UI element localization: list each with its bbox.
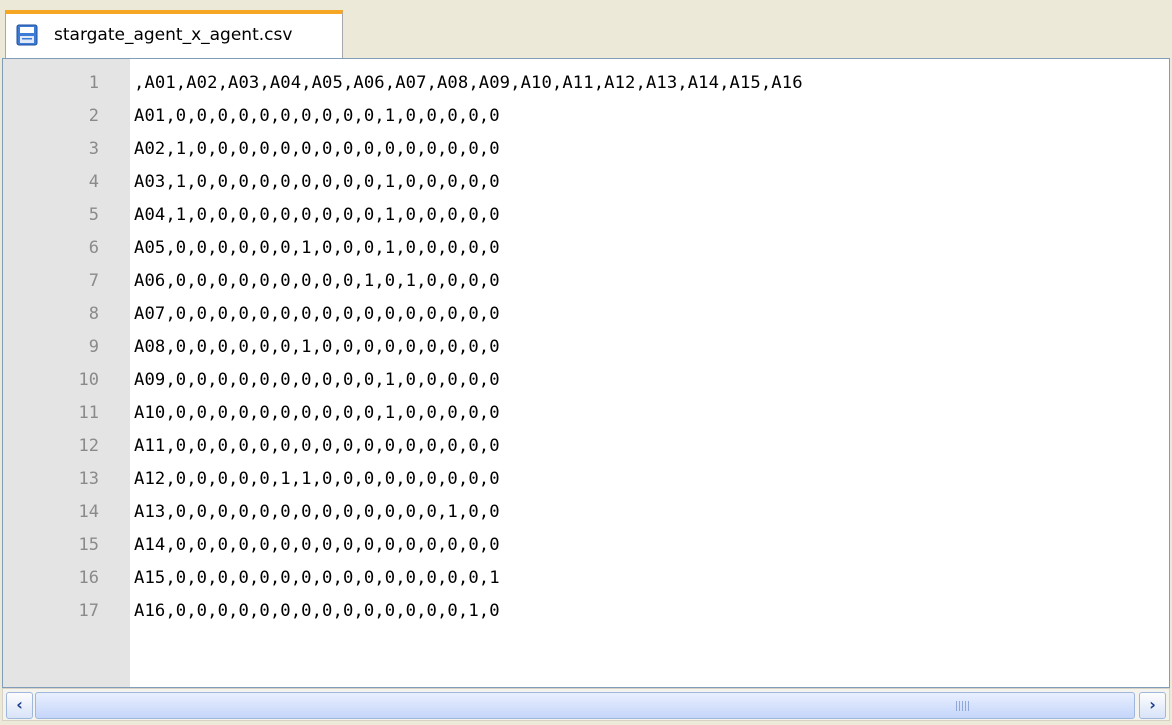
editor-line[interactable]: 4 A03,1,0,0,0,0,0,0,0,0,0,1,0,0,0,0,0 [3, 166, 1169, 199]
editor-line[interactable]: 15 A14,0,0,0,0,0,0,0,0,0,0,0,0,0,0,0,0 [3, 529, 1169, 562]
chevron-right-icon: › [1149, 695, 1156, 714]
line-text[interactable]: A10,0,0,0,0,0,0,0,0,0,0,1,0,0,0,0,0 [134, 397, 500, 430]
line-number: 12 [78, 436, 99, 456]
line-number: 3 [88, 139, 99, 159]
grip-icon [956, 701, 970, 711]
line-text[interactable]: ,A01,A02,A03,A04,A05,A06,A07,A08,A09,A10… [134, 67, 803, 100]
text-editor[interactable]: 1 ,A01,A02,A03,A04,A05,A06,A07,A08,A09,A1… [2, 58, 1170, 688]
line-number: 6 [88, 238, 99, 258]
line-number: 7 [88, 271, 99, 291]
editor-line[interactable]: 8 A07,0,0,0,0,0,0,0,0,0,0,0,0,0,0,0,0 [3, 298, 1169, 331]
editor-line[interactable]: 14 A13,0,0,0,0,0,0,0,0,0,0,0,0,0,1,0,0 [3, 496, 1169, 529]
editor-line[interactable]: 11 A10,0,0,0,0,0,0,0,0,0,0,1,0,0,0,0,0 [3, 397, 1169, 430]
tab-filename: stargate_agent_x_agent.csv [54, 25, 293, 45]
window-border [0, 721, 1172, 725]
line-text[interactable]: A01,0,0,0,0,0,0,0,0,0,0,1,0,0,0,0,0 [134, 100, 500, 133]
file-tab[interactable]: stargate_agent_x_agent.csv [5, 10, 343, 58]
editor-line[interactable]: 2 A01,0,0,0,0,0,0,0,0,0,0,1,0,0,0,0,0 [3, 100, 1169, 133]
scroll-left-button[interactable]: ‹ [6, 692, 33, 719]
save-disk-icon [16, 24, 38, 46]
line-text[interactable]: A14,0,0,0,0,0,0,0,0,0,0,0,0,0,0,0,0 [134, 529, 500, 562]
editor-line[interactable]: 5 A04,1,0,0,0,0,0,0,0,0,0,1,0,0,0,0,0 [3, 199, 1169, 232]
scrollbar-thumb[interactable] [35, 692, 1135, 719]
editor-line[interactable]: 12 A11,0,0,0,0,0,0,0,0,0,0,0,0,0,0,0,0 [3, 430, 1169, 463]
line-text[interactable]: A08,0,0,0,0,0,0,1,0,0,0,0,0,0,0,0,0 [134, 331, 500, 364]
line-text[interactable]: A12,0,0,0,0,0,1,1,0,0,0,0,0,0,0,0,0 [134, 463, 500, 496]
horizontal-scrollbar[interactable]: ‹ › [2, 688, 1170, 721]
editor-window: stargate_agent_x_agent.csv 1 ,A01,A02,A03… [0, 0, 1172, 725]
line-text[interactable]: A06,0,0,0,0,0,0,0,0,0,1,0,1,0,0,0,0 [134, 265, 500, 298]
editor-line[interactable]: 3 A02,1,0,0,0,0,0,0,0,0,0,0,0,0,0,0,0 [3, 133, 1169, 166]
line-number: 5 [88, 205, 99, 225]
line-text[interactable]: A07,0,0,0,0,0,0,0,0,0,0,0,0,0,0,0,0 [134, 298, 500, 331]
chevron-left-icon: ‹ [16, 695, 23, 714]
line-text[interactable]: A09,0,0,0,0,0,0,0,0,0,0,1,0,0,0,0,0 [134, 364, 500, 397]
editor-line[interactable]: 17 A16,0,0,0,0,0,0,0,0,0,0,0,0,0,0,1,0 [3, 595, 1169, 628]
line-text[interactable]: A16,0,0,0,0,0,0,0,0,0,0,0,0,0,0,1,0 [134, 595, 500, 628]
editor-line[interactable]: 10 A09,0,0,0,0,0,0,0,0,0,0,1,0,0,0,0,0 [3, 364, 1169, 397]
editor-line[interactable]: 6 A05,0,0,0,0,0,0,1,0,0,0,1,0,0,0,0,0 [3, 232, 1169, 265]
editor-line[interactable]: 1 ,A01,A02,A03,A04,A05,A06,A07,A08,A09,A1… [3, 67, 1169, 100]
line-number: 16 [78, 568, 99, 588]
line-number: 9 [88, 337, 99, 357]
line-text[interactable]: A02,1,0,0,0,0,0,0,0,0,0,0,0,0,0,0,0 [134, 133, 500, 166]
line-text[interactable]: A13,0,0,0,0,0,0,0,0,0,0,0,0,0,1,0,0 [134, 496, 500, 529]
line-text[interactable]: A03,1,0,0,0,0,0,0,0,0,0,1,0,0,0,0,0 [134, 166, 500, 199]
editor-line[interactable]: 13 A12,0,0,0,0,0,1,1,0,0,0,0,0,0,0,0,0 [3, 463, 1169, 496]
line-text[interactable]: A15,0,0,0,0,0,0,0,0,0,0,0,0,0,0,0,1 [134, 562, 500, 595]
line-number: 14 [78, 502, 99, 522]
line-number: 8 [88, 304, 99, 324]
line-text[interactable]: A11,0,0,0,0,0,0,0,0,0,0,0,0,0,0,0,0 [134, 430, 500, 463]
scroll-right-button[interactable]: › [1139, 692, 1166, 719]
line-number: 1 [88, 73, 99, 93]
line-text[interactable]: A05,0,0,0,0,0,0,1,0,0,0,1,0,0,0,0,0 [134, 232, 500, 265]
line-text[interactable]: A04,1,0,0,0,0,0,0,0,0,0,1,0,0,0,0,0 [134, 199, 500, 232]
line-number: 15 [78, 535, 99, 555]
tab-bar: stargate_agent_x_agent.csv [0, 0, 1172, 58]
line-number: 13 [78, 469, 99, 489]
line-number: 4 [88, 172, 99, 192]
line-number: 2 [88, 106, 99, 126]
line-number: 17 [78, 601, 99, 621]
editor-lines: 1 ,A01,A02,A03,A04,A05,A06,A07,A08,A09,A1… [3, 67, 1169, 628]
editor-line[interactable]: 9 A08,0,0,0,0,0,0,1,0,0,0,0,0,0,0,0,0 [3, 331, 1169, 364]
editor-line[interactable]: 16 A15,0,0,0,0,0,0,0,0,0,0,0,0,0,0,0,1 [3, 562, 1169, 595]
editor-line[interactable]: 7 A06,0,0,0,0,0,0,0,0,0,1,0,1,0,0,0,0 [3, 265, 1169, 298]
line-number: 10 [78, 370, 99, 390]
line-number: 11 [78, 403, 99, 423]
